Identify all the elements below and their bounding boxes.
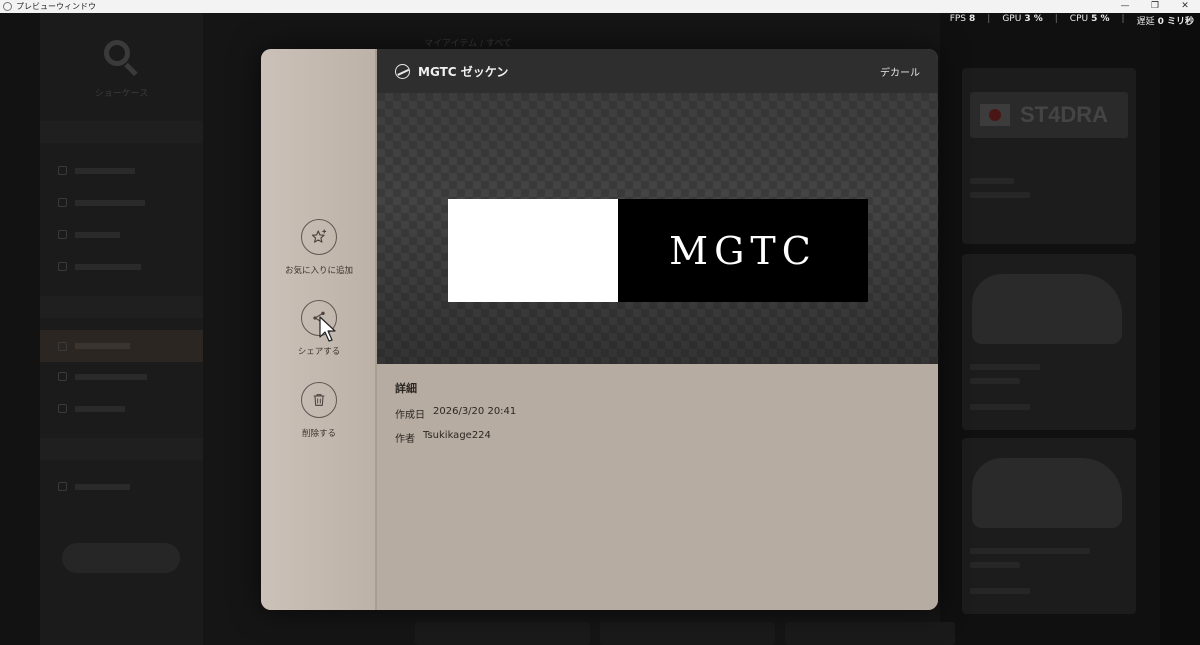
trash-icon — [313, 394, 325, 406]
card-line — [970, 588, 1030, 594]
item-card — [600, 622, 775, 645]
sidebar-item — [58, 198, 145, 207]
item-card — [962, 438, 1136, 614]
share-label: シェアする — [297, 347, 341, 357]
item-card — [415, 622, 590, 645]
item-category: デカール — [880, 68, 920, 79]
created-row: 作成日 2026/3/20 20:41 — [395, 406, 920, 421]
card-line — [970, 178, 1014, 184]
background-button — [62, 543, 180, 573]
decal-white-panel — [448, 199, 618, 302]
author-value: Tsukikage224 — [423, 430, 491, 441]
created-label: 作成日 — [395, 410, 425, 421]
details-section: 詳細 作成日 2026/3/20 20:41 作者 Tsukikage224 — [377, 364, 938, 610]
details-heading: 詳細 — [395, 382, 417, 395]
decal-image: MGTC — [448, 199, 868, 302]
window-title: プレビューウィンドウ — [16, 2, 96, 11]
app-icon — [3, 2, 12, 11]
car-thumbnail — [972, 458, 1122, 528]
decal-black-panel: MGTC — [618, 199, 868, 302]
item-title: MGTC ゼッケン — [418, 65, 509, 79]
star-plus-icon — [311, 229, 327, 243]
sidebar-item — [58, 372, 147, 381]
window-titlebar: プレビューウィンドウ — ❐ ✕ — [0, 0, 1200, 13]
cpu-stat: CPU 5 % — [1069, 14, 1110, 24]
close-button[interactable]: ✕ — [1170, 0, 1200, 13]
latency-stat: 遅延 0 ミリ秒 — [1136, 17, 1194, 27]
modal-header: MGTC ゼッケン デカール — [377, 49, 938, 93]
minimize-button[interactable]: — — [1110, 0, 1140, 13]
card-line — [970, 364, 1040, 370]
restore-button[interactable]: ❐ — [1140, 0, 1170, 13]
sidebar-section — [40, 438, 203, 460]
favorite-button[interactable] — [301, 219, 337, 255]
delete-label: 削除する — [301, 429, 336, 439]
window-controls: — ❐ ✕ — [1110, 0, 1200, 13]
divider: | — [1054, 14, 1058, 24]
plate-text: ST4DRA — [1020, 102, 1109, 127]
favorite-label: お気に入りに追加 — [284, 266, 353, 276]
card-line — [970, 192, 1030, 198]
search-icon — [100, 36, 140, 77]
car-thumbnail — [972, 274, 1122, 344]
modal-title: MGTC ゼッケン — [395, 63, 508, 80]
card-line — [970, 548, 1090, 554]
item-detail-modal: お気に入りに追加 シェアする 削除する MGTC ゼッケン デカール MGTC … — [261, 49, 938, 610]
author-row: 作者 Tsukikage224 — [395, 430, 920, 445]
delete-button[interactable] — [301, 382, 337, 418]
mouse-cursor-icon — [319, 316, 336, 342]
sidebar-item-active — [40, 330, 203, 362]
favorite-action[interactable]: お気に入りに追加 — [261, 219, 377, 276]
breadcrumb: マイアイテム / すべて — [424, 39, 512, 49]
item-card — [785, 622, 955, 645]
sidebar-section — [40, 296, 203, 318]
decal-preview: MGTC — [377, 93, 938, 364]
decal-logo-icon — [395, 64, 410, 79]
sidebar-item — [58, 262, 141, 271]
delete-action[interactable]: 削除する — [261, 382, 377, 439]
showcase-label: ショーケース — [94, 89, 149, 99]
gpu-stat: GPU 3 % — [1002, 14, 1043, 24]
sidebar-item — [58, 482, 130, 491]
item-card — [962, 254, 1136, 430]
author-label: 作者 — [395, 434, 415, 445]
card-line — [970, 378, 1020, 384]
card-line — [970, 562, 1020, 568]
sidebar-item — [58, 230, 120, 239]
card-line — [970, 404, 1030, 410]
fps-stat: FPS 8 — [949, 14, 976, 24]
sidebar-item — [58, 166, 135, 175]
item-card: ST4DRA — [962, 68, 1136, 244]
sidebar-section — [40, 121, 203, 143]
performance-stats: FPS 8 | GPU 3 % | CPU 5 % | 遅延 0 ミリ秒 — [950, 14, 1194, 27]
japan-flag-icon — [980, 104, 1010, 126]
divider: | — [1121, 14, 1125, 24]
number-plate: ST4DRA — [970, 92, 1128, 138]
right-edge — [1160, 13, 1200, 645]
created-value: 2026/3/20 20:41 — [433, 406, 517, 417]
sidebar-item — [58, 404, 125, 413]
decal-logo-text: MGTC — [669, 228, 817, 273]
divider: | — [987, 14, 991, 24]
